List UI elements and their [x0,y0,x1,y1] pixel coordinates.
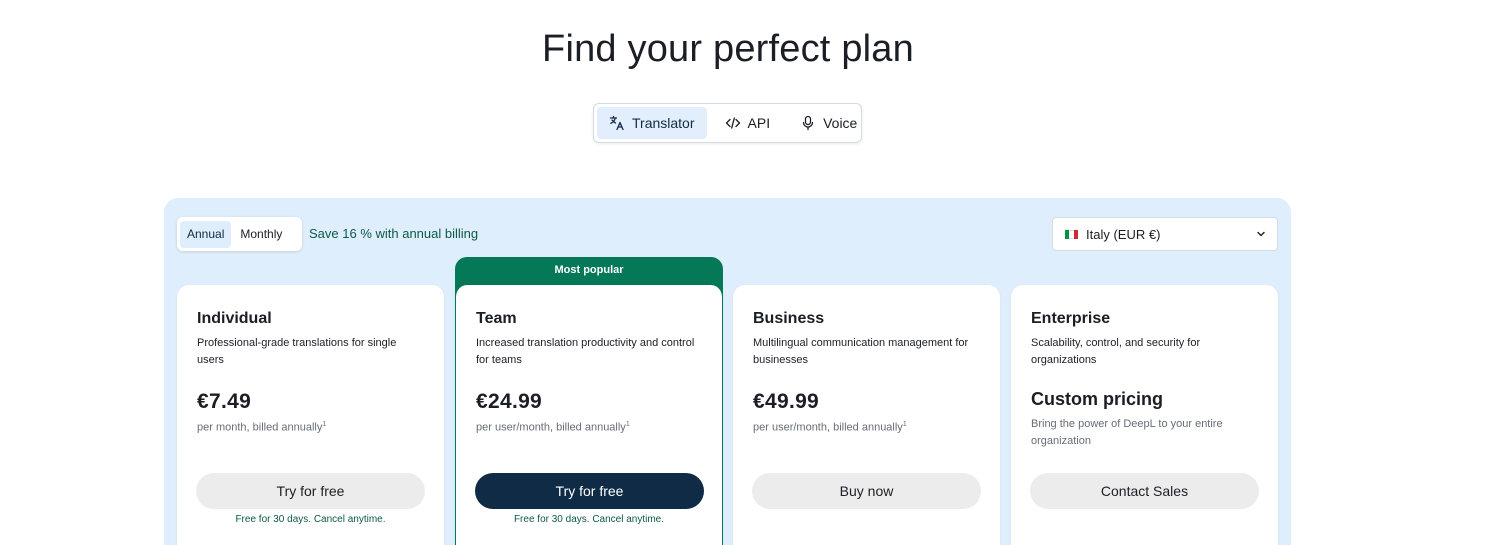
plan-description: Scalability, control, and security for o… [1031,337,1201,366]
plan-card-individual: Individual Professional-grade translatio… [177,285,444,545]
tab-api-label: API [747,115,771,131]
custom-pricing-note: Bring the power of DeepL to your entire … [1031,418,1223,447]
plan-name: Enterprise [1031,310,1111,327]
buy-now-button[interactable]: Buy now [752,473,981,509]
region-select-value: Italy (EUR €) [1086,226,1161,242]
custom-pricing-label: Custom pricing [1031,389,1164,409]
code-icon [725,117,740,129]
billing-toggle: Annual Monthly [177,217,302,251]
plan-name: Team [476,310,517,327]
tab-translator-label: Translator [632,115,695,131]
price-note: per month, billed annually1 [197,421,327,434]
contact-sales-button[interactable]: Contact Sales [1030,473,1259,509]
plan-description: Professional-grade translations for sing… [197,337,397,366]
plan-name: Individual [197,310,272,327]
plan-description: Increased translation productivity and c… [476,337,695,366]
trial-note: Free for 30 days. Cancel anytime. [235,514,386,525]
footnote-marker[interactable]: 1 [903,421,907,428]
billing-annual-option[interactable]: Annual [180,220,232,248]
translate-icon [609,115,624,131]
footnote-marker[interactable]: 1 [322,421,326,428]
plan-price: €24.99 [476,390,543,413]
plan-description: Multilingual communication management fo… [753,337,969,366]
italy-flag-icon [1065,229,1078,239]
annual-savings-note: Save 16 % with annual billing [309,226,479,241]
plan-price: €7.49 [197,390,252,413]
tab-translator[interactable]: Translator [597,107,707,139]
tab-api[interactable]: API [713,107,783,139]
plan-card-business: Business Multilingual communication mana… [733,285,1000,545]
chevron-down-icon [1257,231,1265,237]
tab-voice[interactable]: Voice [788,107,869,139]
trial-note: Free for 30 days. Cancel anytime. [513,514,665,525]
product-switcher: Translator API Voice [593,103,862,143]
plan-card-team: Team Increased translation productivity … [455,285,723,545]
region-currency-select[interactable]: Italy (EUR €) [1052,217,1278,251]
plan-price: €49.99 [753,390,820,413]
tab-voice-label: Voice [823,115,858,131]
price-note: per user/month, billed annually1 [476,421,630,434]
microphone-icon [802,115,814,131]
billing-monthly-option[interactable]: Monthly [233,221,289,248]
price-note: per user/month, billed annually1 [753,421,907,434]
try-for-free-button[interactable]: Try for free [196,473,425,509]
plan-name: Business [753,310,825,327]
footnote-marker[interactable]: 1 [626,421,630,428]
try-for-free-button[interactable]: Try for free [475,473,704,509]
plan-card-enterprise: Enterprise Scalability, control, and sec… [1011,285,1278,545]
page-title: Find your perfect plan [542,28,914,70]
